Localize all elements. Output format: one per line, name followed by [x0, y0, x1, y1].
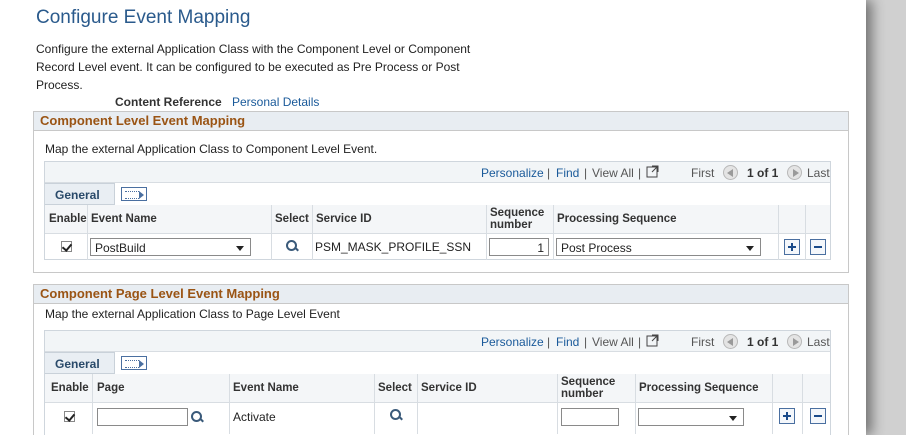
first-label: First — [691, 335, 715, 349]
page-level-description: Map the external Application Class to Pa… — [45, 307, 340, 321]
column-header-row: Enable Event Name Select Service ID Sequ… — [45, 205, 830, 234]
new-window-icon[interactable] — [646, 164, 660, 178]
last-label: Last — [807, 166, 830, 180]
processing-sequence-value: Post Process — [561, 241, 632, 255]
page-input[interactable] — [97, 408, 188, 426]
component-level-grid: Personalize | Find | View All | First 1 … — [44, 161, 831, 260]
page-container: Configure Event Mapping Configure the ex… — [0, 0, 866, 435]
col-event-name: Event Name — [233, 382, 299, 394]
nav-separator: | — [638, 335, 642, 349]
col-event-name: Event Name — [91, 213, 157, 225]
add-row-button[interactable] — [784, 239, 800, 255]
search-icon[interactable] — [285, 239, 299, 253]
personalize-link[interactable]: Personalize — [481, 335, 544, 349]
col-service-id: Service ID — [316, 213, 372, 225]
enable-checkbox[interactable] — [61, 241, 72, 252]
component-level-description: Map the external Application Class to Co… — [45, 142, 378, 156]
page-description: Configure the external Application Class… — [36, 42, 471, 92]
sequence-number-input[interactable]: 1 — [489, 238, 549, 256]
page-title: Configure Event Mapping — [36, 7, 251, 28]
col-sequence-number: Sequence number — [490, 207, 552, 231]
show-all-columns-icon[interactable] — [121, 187, 147, 201]
enable-checkbox[interactable] — [64, 411, 75, 422]
component-level-group: Component Level Event Mapping Map the ex… — [33, 111, 849, 273]
previous-icon[interactable] — [723, 334, 738, 349]
next-icon[interactable] — [787, 165, 802, 180]
col-enable: Enable — [51, 382, 89, 394]
view-all-link[interactable]: View All — [592, 335, 634, 349]
service-id-value: PSM_MASK_PROFILE_SSN — [315, 240, 472, 254]
sequence-number-input[interactable] — [561, 408, 619, 426]
add-row-button[interactable] — [779, 408, 795, 424]
content-reference-link[interactable]: Personal Details — [232, 95, 319, 109]
tab-general[interactable]: General — [45, 183, 115, 205]
next-icon[interactable] — [787, 334, 802, 349]
first-label: First — [691, 166, 715, 180]
component-level-header: Component Level Event Mapping — [34, 112, 848, 131]
chevron-down-icon — [746, 246, 754, 251]
chevron-down-icon — [236, 246, 244, 251]
col-select: Select — [378, 382, 412, 394]
view-all-link[interactable]: View All — [592, 166, 634, 180]
new-window-icon[interactable] — [646, 333, 660, 347]
nav-separator: | — [547, 166, 551, 180]
personalize-link[interactable]: Personalize — [481, 166, 544, 180]
col-select: Select — [275, 213, 309, 225]
nav-separator: | — [584, 335, 588, 349]
find-link[interactable]: Find — [556, 335, 579, 349]
event-name-select[interactable]: PostBuild — [90, 238, 251, 256]
event-name-value: PostBuild — [95, 241, 146, 255]
search-icon[interactable] — [389, 408, 403, 422]
delete-row-button[interactable] — [810, 408, 826, 424]
content-reference-label: Content Reference — [115, 95, 222, 109]
col-page: Page — [97, 382, 125, 394]
column-header-row: Enable Page Event Name Select Service ID… — [45, 374, 830, 403]
col-sequence-number: Sequence number — [561, 376, 623, 400]
show-all-columns-icon[interactable] — [121, 356, 147, 370]
last-label: Last — [807, 335, 830, 349]
tab-general[interactable]: General — [45, 352, 115, 374]
previous-icon[interactable] — [723, 165, 738, 180]
processing-sequence-select[interactable]: Post Process — [556, 238, 761, 256]
col-service-id: Service ID — [421, 382, 477, 394]
page-level-group: Component Page Level Event Mapping Map t… — [33, 284, 849, 435]
delete-row-button[interactable] — [810, 239, 826, 255]
grid-navigation: Personalize | Find | View All | First 1 … — [45, 331, 830, 352]
grid-navigation: Personalize | Find | View All | First 1 … — [45, 162, 830, 183]
col-enable: Enable — [49, 213, 87, 225]
row-count: 1 of 1 — [747, 166, 779, 180]
search-icon[interactable] — [190, 410, 204, 424]
event-name-value: Activate — [233, 410, 276, 424]
nav-separator: | — [638, 166, 642, 180]
col-processing-sequence: Processing Sequence — [639, 382, 759, 394]
nav-separator: | — [547, 335, 551, 349]
find-link[interactable]: Find — [556, 166, 579, 180]
page-level-grid: Personalize | Find | View All | First 1 … — [44, 330, 831, 435]
page-level-header: Component Page Level Event Mapping — [34, 285, 848, 304]
row-count: 1 of 1 — [747, 335, 779, 349]
nav-separator: | — [584, 166, 588, 180]
col-processing-sequence: Processing Sequence — [557, 213, 677, 225]
chevron-down-icon — [729, 416, 737, 421]
processing-sequence-select[interactable] — [638, 408, 744, 426]
